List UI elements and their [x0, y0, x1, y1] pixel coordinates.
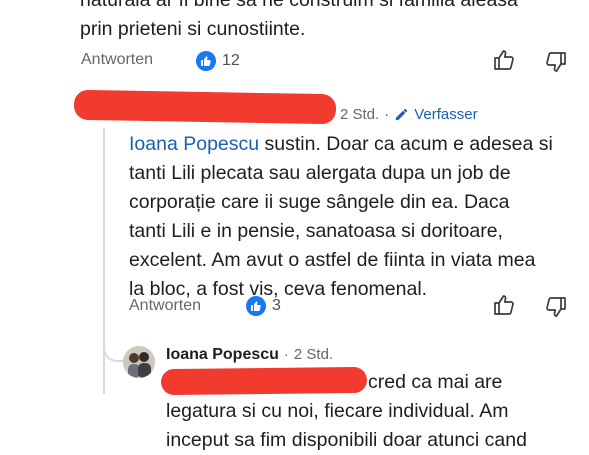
thumbs-up-icon[interactable]: [492, 48, 516, 77]
reaction-summary[interactable]: 3: [246, 296, 281, 316]
thumbs-down-icon[interactable]: [544, 50, 568, 79]
comment-line: naturala ar fi bine sa ne construim si f…: [80, 0, 518, 11]
like-count: 12: [222, 52, 240, 69]
profile-photo-icon: [123, 346, 155, 378]
thumbs-up-icon[interactable]: [492, 293, 516, 322]
mention-link[interactable]: Ioana Popescu: [129, 133, 259, 155]
comment-line: inceput sa fim disponibili doar atunci c…: [166, 429, 527, 451]
author-name[interactable]: Ioana Popescu: [166, 346, 279, 364]
reply-button[interactable]: Antworten: [81, 51, 153, 69]
redacted-author-name: [73, 89, 337, 125]
like-reaction-icon: [196, 51, 216, 71]
meta-separator: ·: [384, 106, 390, 123]
comment-line: excelent. Am avut o astfel de fiinta in …: [129, 249, 536, 271]
comment-line: corporație care ii suge sângele din ea. …: [129, 191, 510, 213]
comment-text: sustin. Doar ca acum e adesea si: [259, 133, 553, 155]
meta-separator: ·: [283, 346, 289, 363]
reply-body: Ioana Popescu sustin. Doar ca acum e ade…: [129, 130, 553, 304]
comment-line: prin prieteni si cunostiinte.: [80, 18, 306, 40]
reaction-summary[interactable]: 12: [196, 51, 240, 71]
comment-line: tanti Lili plecata sau alergata dupa un …: [129, 162, 511, 184]
like-count: 3: [272, 297, 281, 314]
comment-line: legatura si cu noi, fiecare individual. …: [166, 400, 509, 422]
edited-label[interactable]: Verfasser: [414, 106, 477, 123]
edit-pencil-icon: [394, 107, 409, 122]
avatar[interactable]: [123, 346, 155, 378]
like-reaction-icon: [246, 296, 266, 316]
comment-line: cred ca mai are: [368, 371, 503, 393]
reply-body: cred ca mai are legatura si cu noi, fiec…: [166, 368, 527, 455]
thumbs-down-icon[interactable]: [544, 295, 568, 324]
reply-button[interactable]: Antworten: [129, 297, 201, 315]
thread-connector: [103, 330, 125, 362]
reply-meta: 2 Std. · Verfasser: [340, 106, 478, 123]
timestamp: 2 Std.: [293, 346, 334, 363]
top-comment-text: naturala ar fi bine sa ne construim si f…: [80, 0, 518, 44]
timestamp: 2 Std.: [340, 106, 380, 123]
reply-header: Ioana Popescu · 2 Std.: [166, 346, 333, 364]
comment-line: tanti Lili e in pensie, sanatoasa si dor…: [129, 220, 503, 242]
